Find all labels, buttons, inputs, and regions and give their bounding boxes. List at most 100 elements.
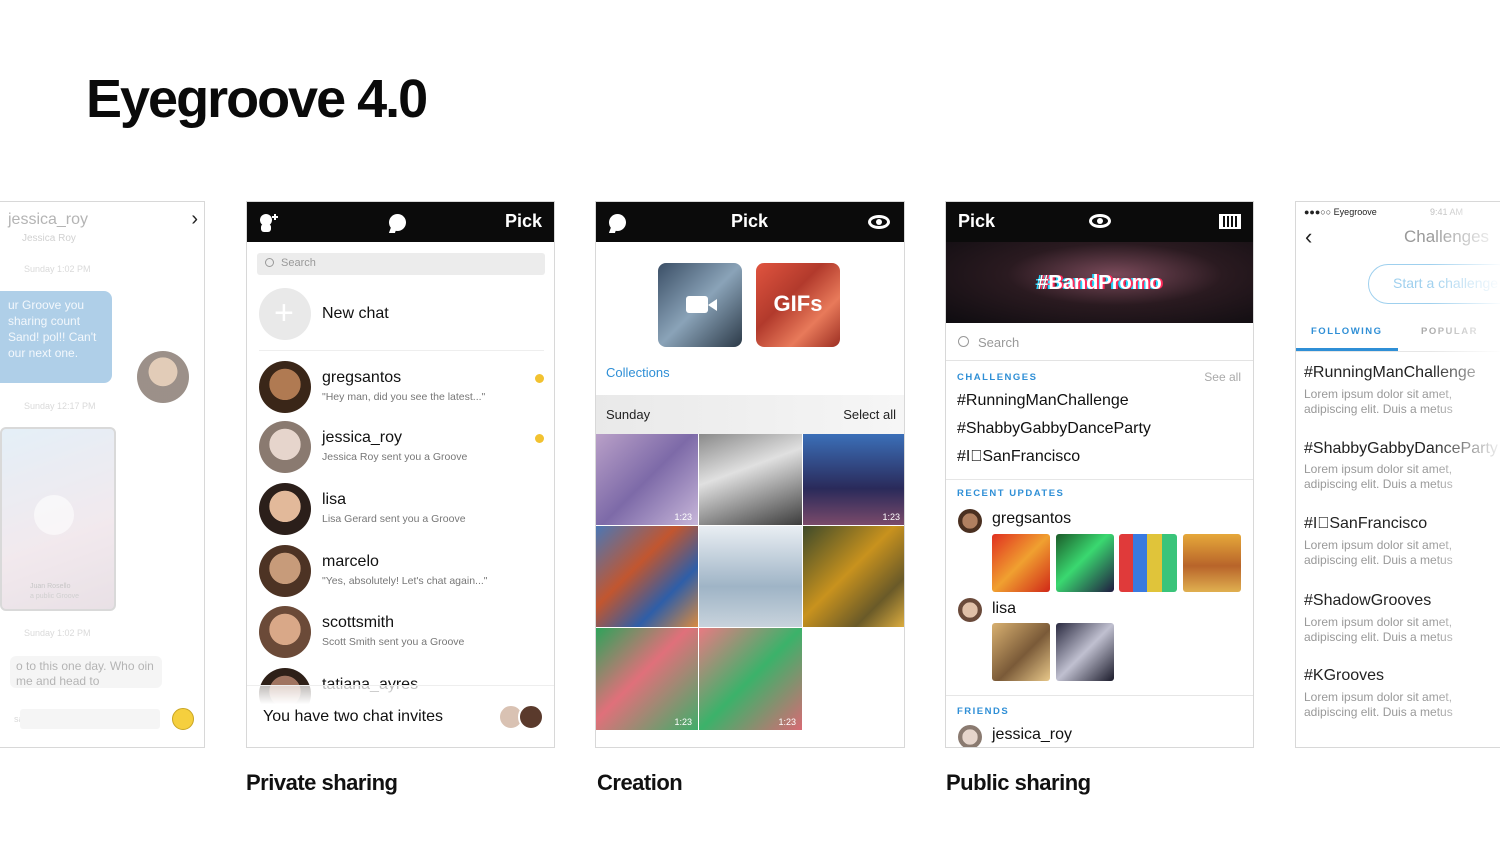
play-icon[interactable] xyxy=(34,495,74,535)
challenge-title[interactable]: #RunningManChallenge xyxy=(1304,364,1476,382)
search-placeholder: Search xyxy=(281,257,316,269)
see-all-link[interactable]: See all xyxy=(1204,370,1241,384)
challenge-description: Lorem ipsum dolor sit amet, xyxy=(1304,387,1453,401)
chat-list-item[interactable]: gregsantos "Hey man, did you see the lat… xyxy=(247,361,554,421)
challenge-title[interactable]: #KGrooves xyxy=(1304,667,1384,685)
media-thumbnail[interactable]: 1:23 xyxy=(803,434,904,525)
chat-invites-banner[interactable]: You have two chat invites xyxy=(247,685,554,747)
featured-hashtag-banner[interactable]: #BandPromo xyxy=(946,242,1253,323)
screen-title: Challenges xyxy=(1404,227,1490,246)
timestamp: Sunday 1:02 PM xyxy=(24,628,91,638)
caption-private-sharing: Private sharing xyxy=(246,770,398,795)
avatar xyxy=(259,545,311,597)
challenge-link[interactable]: #RunningManChallenge xyxy=(957,392,1129,410)
video-caption: Juan Rosello xyxy=(30,583,71,590)
challenges-heading: CHALLENGES xyxy=(957,372,1038,383)
avatar xyxy=(518,704,544,730)
media-thumbnail[interactable] xyxy=(596,526,698,627)
friends-heading: FRIENDS xyxy=(957,706,1010,717)
add-friend-icon[interactable] xyxy=(257,212,281,234)
chat-preview: Jessica Roy sent you a Groove xyxy=(322,451,468,463)
chat-list-item[interactable]: marcelo "Yes, absolutely! Let's chat aga… xyxy=(247,545,554,605)
search-icon xyxy=(958,336,969,347)
user-name[interactable]: lisa xyxy=(992,600,1016,618)
search-input[interactable]: Search xyxy=(257,253,545,275)
gifs-label: GIFs xyxy=(773,291,823,316)
groove-thumbnail[interactable] xyxy=(992,623,1050,681)
avatar[interactable] xyxy=(958,598,982,622)
divider xyxy=(946,479,1253,480)
duration-label: 1:23 xyxy=(674,512,692,522)
eye-icon[interactable] xyxy=(868,215,890,229)
media-thumbnail[interactable] xyxy=(803,526,904,627)
gifs-button[interactable]: GIFs xyxy=(756,263,840,347)
barcode-icon[interactable] xyxy=(1219,214,1241,229)
chevron-right-icon[interactable]: › xyxy=(191,208,198,231)
collections-link[interactable]: Collections xyxy=(606,365,670,380)
avatar xyxy=(259,483,311,535)
user-name[interactable]: gregsantos xyxy=(992,510,1071,528)
divider xyxy=(1296,351,1500,352)
unread-dot xyxy=(535,374,544,383)
chat-title[interactable]: jessica_roy xyxy=(8,211,88,229)
challenge-description: adipiscing elit. Duis a metus xyxy=(1304,553,1453,567)
groove-thumbnail[interactable] xyxy=(1119,534,1177,592)
start-challenge-button[interactable]: Start a challenge xyxy=(1368,264,1500,304)
avatar[interactable] xyxy=(958,725,982,747)
media-thumbnail[interactable] xyxy=(699,526,802,627)
received-message-bubble[interactable]: o to this one day. Who oin me and head t… xyxy=(10,656,162,688)
media-thumbnail[interactable]: 1:23 xyxy=(699,628,802,730)
sent-message-bubble[interactable]: ur Groove you sharing count Sand! pol!! … xyxy=(0,291,112,383)
challenge-link[interactable]: #ShabbyGabbyDanceParty xyxy=(957,420,1151,438)
challenge-title[interactable]: #ISanFrancisco xyxy=(1304,515,1427,533)
chat-bubble-icon[interactable] xyxy=(609,214,626,231)
new-chat-label[interactable]: New chat xyxy=(322,305,389,323)
unread-dot xyxy=(535,434,544,443)
media-thumbnail[interactable]: 1:23 xyxy=(596,628,698,730)
groove-thumbnail[interactable] xyxy=(992,534,1050,592)
pick-tab[interactable]: Pick xyxy=(505,211,542,232)
chat-name: gregsantos xyxy=(322,369,402,386)
emoji-icon[interactable] xyxy=(172,708,194,730)
divider xyxy=(946,695,1253,696)
avatar xyxy=(259,361,311,413)
media-thumbnail[interactable] xyxy=(699,434,802,525)
chat-list-item[interactable]: lisa Lisa Gerard sent you a Groove xyxy=(247,483,554,543)
chat-name: scottsmith xyxy=(322,614,395,631)
chat-list-item[interactable]: jessica_roy Jessica Roy sent you a Groov… xyxy=(247,421,554,481)
search-input[interactable]: Search xyxy=(946,324,1253,361)
status-bar-carrier: ●●●○○ Eyegroove xyxy=(1304,207,1377,217)
media-thumbnail[interactable]: 1:23 xyxy=(596,434,698,525)
user-name[interactable]: jessica_roy xyxy=(992,726,1072,744)
message-input[interactable] xyxy=(20,709,160,729)
groove-video-message[interactable]: Juan Rosello a public Groove xyxy=(0,427,116,611)
video-capture-button[interactable] xyxy=(658,263,742,347)
select-all-button[interactable]: Select all xyxy=(843,407,896,422)
chat-list-item[interactable]: scottsmith Scott Smith sent you a Groove xyxy=(247,606,554,666)
video-subcaption: a public Groove xyxy=(30,593,80,600)
challenge-title[interactable]: #ShadowGrooves xyxy=(1304,592,1431,610)
chat-preview: Scott Smith sent you a Groove xyxy=(322,636,465,648)
caption-public-sharing: Public sharing xyxy=(946,770,1091,795)
tab-following[interactable]: FOLLOWING xyxy=(1311,326,1383,337)
challenge-title[interactable]: #ShabbyGabbyDanceParty xyxy=(1304,440,1498,458)
back-chevron-icon[interactable]: ‹ xyxy=(1305,224,1312,250)
challenge-description: Lorem ipsum dolor sit amet, xyxy=(1304,538,1453,552)
chat-name: marcelo xyxy=(322,553,379,570)
groove-thumbnail[interactable] xyxy=(1183,534,1241,592)
chat-bubble-icon[interactable] xyxy=(389,214,406,231)
pick-tab[interactable]: Pick xyxy=(731,211,768,232)
avatar[interactable] xyxy=(958,509,982,533)
timestamp: Sunday 12:17 PM xyxy=(24,401,96,411)
groove-thumbnail[interactable] xyxy=(1056,623,1114,681)
avatar[interactable] xyxy=(137,351,189,403)
private-sharing-screen: Pick Search New chat gregsantos "Hey man… xyxy=(246,201,555,748)
tab-popular[interactable]: POPULAR xyxy=(1421,326,1478,337)
eye-icon[interactable] xyxy=(1089,214,1111,228)
new-chat-button[interactable] xyxy=(259,288,311,340)
groove-thumbnail[interactable] xyxy=(1056,534,1114,592)
challenge-description: adipiscing elit. Duis a metus xyxy=(1304,630,1453,644)
challenge-description: adipiscing elit. Duis a metus xyxy=(1304,477,1453,491)
challenge-link[interactable]: #ISanFrancisco xyxy=(957,448,1080,466)
pick-tab[interactable]: Pick xyxy=(958,211,995,232)
